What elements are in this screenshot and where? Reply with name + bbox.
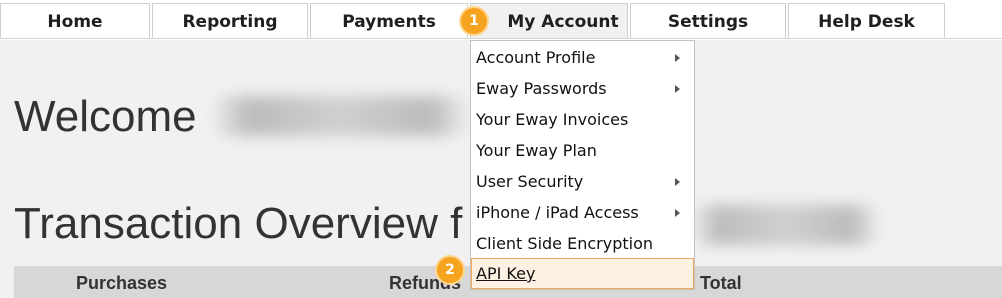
welcome-heading: Welcome	[14, 92, 197, 141]
menu-item-api-key[interactable]: API Key	[471, 258, 694, 289]
menu-item-label: iPhone / iPad Access	[476, 203, 639, 222]
submenu-arrow-icon	[675, 178, 680, 186]
transaction-overview-heading: Transaction Overview f	[14, 199, 463, 248]
step-2-badge: 2	[437, 257, 463, 283]
menu-item-label: Client Side Encryption	[476, 234, 653, 253]
menu-item-your-eway-invoices[interactable]: Your Eway Invoices	[471, 104, 694, 135]
tab-home[interactable]: Home	[0, 3, 150, 39]
menu-item-label: User Security	[476, 172, 584, 191]
tab-settings[interactable]: Settings	[630, 3, 786, 39]
menu-item-label: Your Eway Plan	[476, 141, 597, 160]
menu-item-iphone-ipad-access[interactable]: iPhone / iPad Access	[471, 197, 694, 228]
tab-divider	[0, 38, 1002, 39]
menu-item-eway-passwords[interactable]: Eway Passwords	[471, 73, 694, 104]
menu-item-account-profile[interactable]: Account Profile	[471, 42, 694, 73]
tab-my-account[interactable]: My Account	[470, 3, 628, 39]
step-1-badge: 1	[461, 8, 487, 34]
tab-my-account-label: My Account	[507, 11, 619, 32]
top-nav-bar: Home Reporting Payments My Account Setti…	[0, 0, 1002, 40]
tab-help-desk[interactable]: Help Desk	[788, 3, 945, 39]
column-header-purchases: Purchases	[76, 273, 168, 293]
menu-item-your-eway-plan[interactable]: Your Eway Plan	[471, 135, 694, 166]
tab-payments[interactable]: Payments	[310, 3, 468, 39]
menu-item-label: Account Profile	[476, 48, 596, 67]
tab-reporting[interactable]: Reporting	[152, 3, 308, 39]
menu-item-label: Your Eway Invoices	[476, 110, 629, 129]
my-account-dropdown: Account Profile Eway Passwords Your Eway…	[470, 40, 695, 290]
menu-item-label: Eway Passwords	[476, 79, 607, 98]
column-header-total: Total	[700, 273, 742, 293]
submenu-arrow-icon	[675, 209, 680, 217]
menu-item-client-side-encryption[interactable]: Client Side Encryption	[471, 228, 694, 259]
redacted-username	[210, 96, 470, 136]
menu-item-label: API Key	[476, 264, 536, 283]
redacted-period	[690, 205, 880, 245]
submenu-arrow-icon	[675, 54, 680, 62]
submenu-arrow-icon	[675, 85, 680, 93]
menu-item-user-security[interactable]: User Security	[471, 166, 694, 197]
